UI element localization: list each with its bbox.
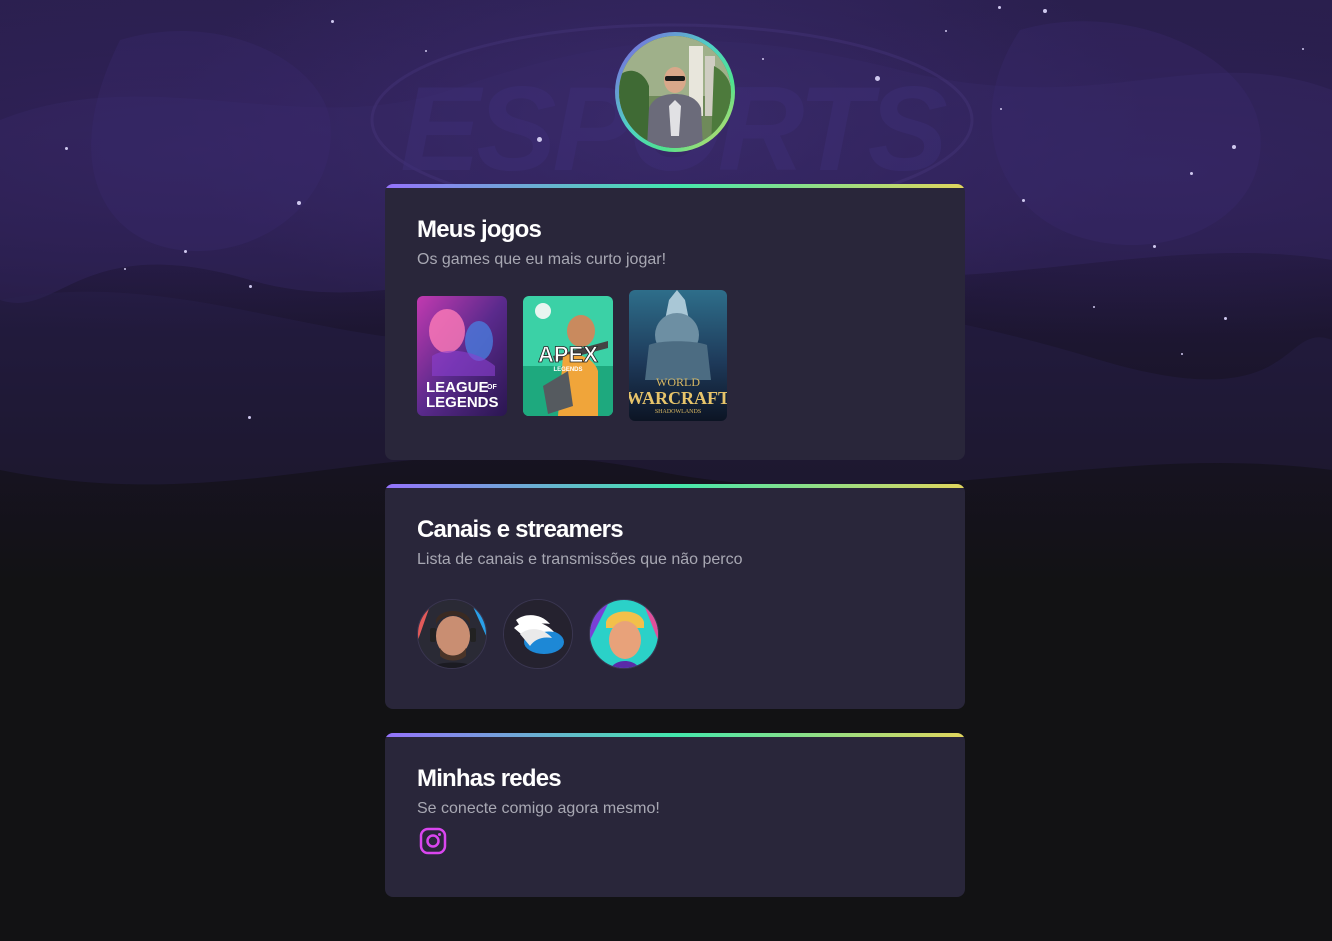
channels-title: Canais e streamers <box>417 516 624 543</box>
game-apex-legends[interactable]: APEX LEGENDS <box>523 295 613 416</box>
social-links <box>417 825 933 857</box>
apex-legends-cover: APEX LEGENDS <box>523 295 613 416</box>
league-of-legends-cover: LEAGUE OF LEGENDS <box>417 295 507 416</box>
game-league-of-legends[interactable]: LEAGUE OF LEGENDS <box>417 295 507 416</box>
games-list: LEAGUE OF LEGENDS APEX LEGENDS WORLD WAR… <box>417 290 933 421</box>
streamer-1-avatar <box>418 600 486 668</box>
social-title: Minhas redes <box>417 765 562 792</box>
streamer-2-avatar <box>504 600 572 668</box>
social-card: Minhas redes Se conecte comigo agora mes… <box>385 733 965 897</box>
channels-card: Canais e streamers Lista de canais e tra… <box>385 484 965 709</box>
lol-line2: LEGENDS <box>426 394 499 411</box>
apex-line1: APEX <box>538 342 598 367</box>
profile-photo <box>619 36 731 148</box>
social-subtitle: Se conecte comigo agora mesmo! <box>417 800 660 817</box>
channels-list <box>417 599 933 669</box>
channels-subtitle: Lista de canais e transmissões que não p… <box>417 551 743 568</box>
wow-line3: SHADOWLANDS <box>655 409 701 415</box>
channel-streamer-1[interactable] <box>417 599 487 669</box>
instagram-icon <box>419 827 447 855</box>
lol-line1b: OF <box>487 384 497 391</box>
channel-streamer-2[interactable] <box>503 599 573 669</box>
games-title: Meus jogos <box>417 216 542 243</box>
games-subtitle: Os games que eu mais curto jogar! <box>417 251 667 268</box>
wow-line2: WARCRAFT <box>629 388 727 408</box>
streamer-3-avatar <box>590 600 658 668</box>
apex-line2: LEGENDS <box>553 367 582 373</box>
wow-line1: WORLD <box>656 375 700 389</box>
avatar <box>619 36 731 148</box>
channel-streamer-3[interactable] <box>589 599 659 669</box>
games-card: Meus jogos Os games que eu mais curto jo… <box>385 184 965 460</box>
instagram-link[interactable] <box>417 825 449 857</box>
game-world-of-warcraft[interactable]: WORLD WARCRAFT SHADOWLANDS <box>629 290 727 421</box>
profile-avatar <box>615 32 735 152</box>
world-of-warcraft-cover: WORLD WARCRAFT SHADOWLANDS <box>629 290 727 421</box>
